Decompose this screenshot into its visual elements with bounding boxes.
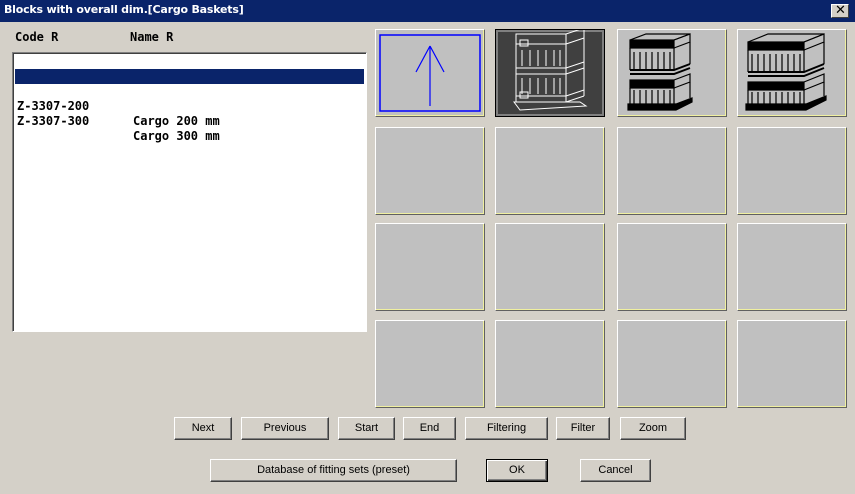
- list-item[interactable]: Z-3307-300 Cargo 300 mm: [15, 99, 364, 143]
- blocks-list[interactable]: [**] Z-3307-150 Cargo 150 mm Z-3307-200 …: [12, 52, 367, 332]
- list-item[interactable]: Z-3307-200 Cargo 200 mm: [15, 84, 364, 128]
- previous-button[interactable]: Previous: [241, 417, 329, 440]
- cargo-basket-icon: [627, 33, 693, 111]
- thumbnail-empty[interactable]: [375, 320, 485, 408]
- thumbnail-empty[interactable]: [375, 223, 485, 311]
- title-bar: Blocks with overall dim.[Cargo Baskets] …: [0, 0, 855, 22]
- close-button[interactable]: ✕: [831, 3, 849, 18]
- filtering-button[interactable]: Filtering: [465, 417, 548, 440]
- end-button[interactable]: End: [403, 417, 456, 440]
- list-item-code: Z-3307-300: [17, 114, 90, 128]
- thumbnail-empty[interactable]: [617, 320, 727, 408]
- column-header-name[interactable]: Name R: [130, 30, 173, 44]
- thumbnail-cargo-200[interactable]: [617, 29, 727, 117]
- next-button[interactable]: Next: [174, 417, 232, 440]
- start-button[interactable]: Start: [338, 417, 395, 440]
- ok-button[interactable]: OK: [486, 459, 548, 482]
- thumbnail-empty[interactable]: [617, 127, 727, 215]
- thumbnail-empty[interactable]: [737, 127, 847, 215]
- window-title: Blocks with overall dim.[Cargo Baskets]: [4, 3, 244, 16]
- thumbnail-empty[interactable]: [495, 223, 605, 311]
- cancel-button[interactable]: Cancel: [580, 459, 651, 482]
- list-item[interactable]: [**]: [15, 54, 364, 83]
- zoom-button[interactable]: Zoom: [620, 417, 686, 440]
- thumbnail-empty[interactable]: [737, 320, 847, 408]
- list-item-name: Cargo 200 mm: [133, 114, 220, 128]
- filter-button[interactable]: Filter: [556, 417, 610, 440]
- thumbnail-empty[interactable]: [495, 320, 605, 408]
- cargo-basket-icon: [745, 33, 827, 111]
- column-header-code[interactable]: Code R: [15, 30, 58, 44]
- close-icon: ✕: [835, 3, 846, 18]
- thumbnail-empty[interactable]: [737, 223, 847, 311]
- thumbnail-empty[interactable]: [495, 127, 605, 215]
- thumbnail-up-level[interactable]: [375, 29, 485, 117]
- thumbnail-empty[interactable]: [375, 127, 485, 215]
- list-item[interactable]: Z-3307-150 Cargo 150 mm: [15, 69, 364, 113]
- thumbnail-cargo-150[interactable]: [495, 29, 605, 117]
- thumbnail-cargo-300[interactable]: [737, 29, 847, 117]
- cargo-basket-icon: [513, 30, 588, 111]
- up-arrow-icon: [379, 34, 481, 112]
- thumbnail-empty[interactable]: [617, 223, 727, 311]
- list-item-name: Cargo 300 mm: [133, 129, 220, 143]
- database-fitting-sets-button[interactable]: Database of fitting sets (preset): [210, 459, 457, 482]
